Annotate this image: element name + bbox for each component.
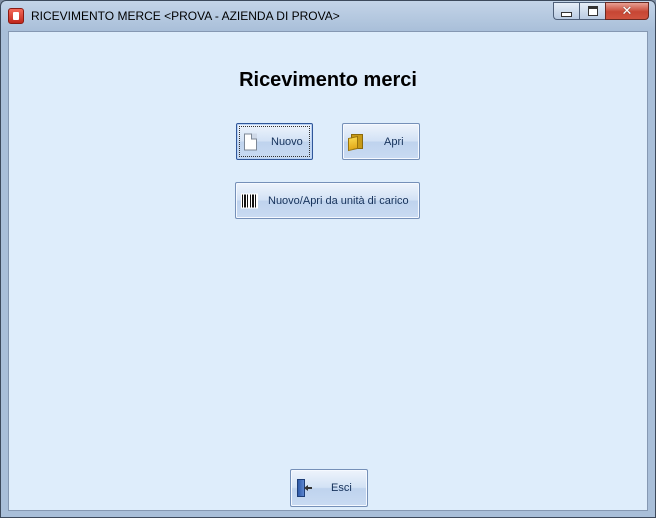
nuovo-button-label: Nuovo <box>271 135 303 148</box>
esci-button-label: Esci <box>331 482 352 494</box>
title-bar[interactable]: RICEVIMENTO MERCE <PROVA - AZIENDA DI PR… <box>1 1 655 31</box>
close-icon: ✕ <box>621 3 633 19</box>
nuovo-apri-button-label: Nuovo/Apri da unità di carico <box>268 194 409 207</box>
folder-icon <box>348 133 364 151</box>
document-icon <box>244 133 257 150</box>
apri-button-label: Apri <box>384 135 404 148</box>
client-area: Ricevimento merci Nuovo Apri Nuovo/Apri … <box>8 31 648 511</box>
nuovo-button[interactable]: Nuovo <box>236 123 313 160</box>
exit-door-icon <box>295 479 313 497</box>
apri-button[interactable]: Apri <box>342 123 420 160</box>
app-window: RICEVIMENTO MERCE <PROVA - AZIENDA DI PR… <box>0 0 656 518</box>
app-icon[interactable] <box>8 8 24 24</box>
maximize-button[interactable] <box>579 2 605 20</box>
barcode-icon <box>241 193 258 208</box>
page-title: Ricevimento merci <box>239 69 417 91</box>
caption-buttons: ✕ <box>553 2 649 21</box>
maximize-icon <box>587 6 598 16</box>
esci-button[interactable]: Esci <box>290 469 368 507</box>
close-button[interactable]: ✕ <box>605 2 649 20</box>
minimize-icon <box>561 12 572 17</box>
window-title: RICEVIMENTO MERCE <PROVA - AZIENDA DI PR… <box>31 9 340 23</box>
nuovo-apri-da-unita-di-carico-button[interactable]: Nuovo/Apri da unità di carico <box>235 182 420 219</box>
minimize-button[interactable] <box>553 2 579 20</box>
